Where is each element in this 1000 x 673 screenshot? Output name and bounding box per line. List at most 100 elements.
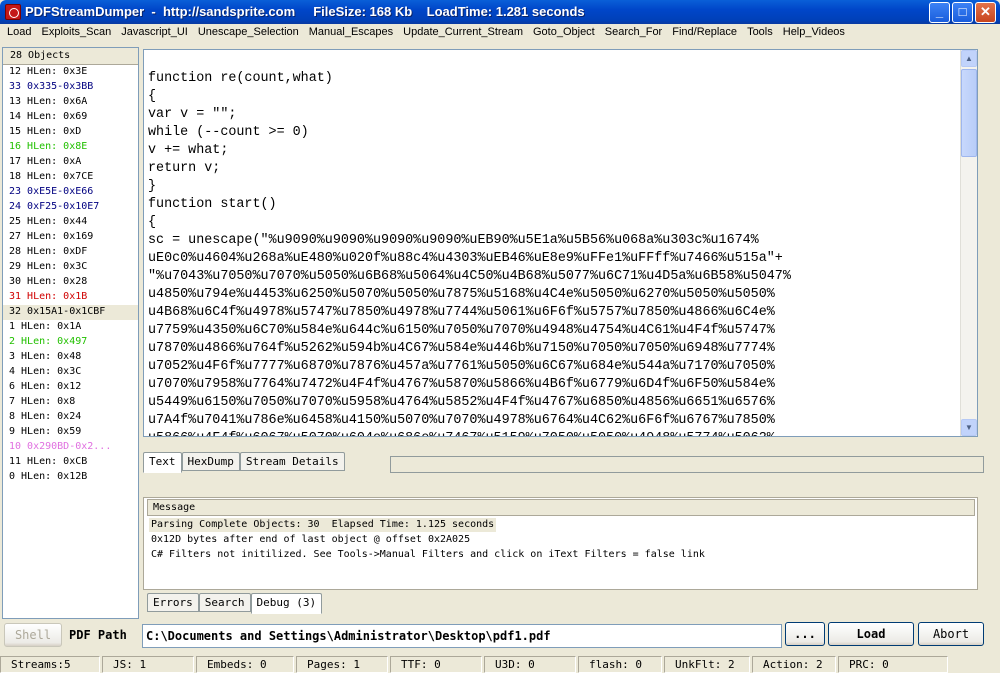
object-list-item[interactable]: 24 0xF25-0x10E7 bbox=[3, 200, 138, 215]
object-list-item[interactable]: 16 HLen: 0x8E bbox=[3, 140, 138, 155]
object-list-item[interactable]: 10 0x290BD-0x2... bbox=[3, 440, 138, 455]
object-list-item[interactable]: 2 HLen: 0x497 bbox=[3, 335, 138, 350]
code-line: u7070%u7958%u7764%u7472%u4F4f%u4767%u587… bbox=[148, 377, 775, 392]
menu-item-goto-object[interactable]: Goto_Object bbox=[528, 24, 600, 43]
tab-strip-fill bbox=[390, 456, 984, 473]
tab-text[interactable]: Text bbox=[143, 452, 182, 473]
code-line: while (--count >= 0) bbox=[148, 125, 309, 140]
menu-item-search-for[interactable]: Search_For bbox=[600, 24, 667, 43]
object-list-item[interactable]: 7 HLen: 0x8 bbox=[3, 395, 138, 410]
pdf-path-label: PDF Path bbox=[69, 628, 127, 642]
code-line: u7870%u4866%u764f%u5262%u594b%u4C67%u584… bbox=[148, 341, 775, 356]
status-cell: PRC: 0 bbox=[838, 656, 948, 673]
menu-item-load[interactable]: Load bbox=[2, 24, 36, 43]
object-list-item[interactable]: 12 HLen: 0x3E bbox=[3, 65, 138, 80]
status-cell: JS: 1 bbox=[102, 656, 194, 673]
scroll-up-icon[interactable]: ▲ bbox=[961, 50, 977, 67]
object-list-item[interactable]: 25 HLen: 0x44 bbox=[3, 215, 138, 230]
maximize-button[interactable]: □ bbox=[952, 2, 973, 23]
object-list-item[interactable]: 31 HLen: 0x1B bbox=[3, 290, 138, 305]
code-line: return v; bbox=[148, 161, 221, 176]
status-cell: Pages: 1 bbox=[296, 656, 388, 673]
status-cell: UnkFlt: 2 bbox=[664, 656, 750, 673]
object-list-item[interactable]: 13 HLen: 0x6A bbox=[3, 95, 138, 110]
code-line: "%u7043%u7050%u7070%u5050%u6B68%u5064%u4… bbox=[148, 269, 791, 284]
title-bar: PDFStreamDumper - http://sandsprite.com … bbox=[0, 0, 1000, 24]
browse-button[interactable]: ... bbox=[785, 622, 825, 646]
object-list-item[interactable]: 33 0x335-0x3BB bbox=[3, 80, 138, 95]
object-list-item[interactable]: 30 HLen: 0x28 bbox=[3, 275, 138, 290]
object-list-item[interactable]: 1 HLen: 0x1A bbox=[3, 320, 138, 335]
code-line: function start() bbox=[148, 197, 277, 212]
menu-item-find-replace[interactable]: Find/Replace bbox=[667, 24, 742, 43]
status-cell: Streams:5 bbox=[0, 656, 100, 673]
scroll-thumb[interactable] bbox=[961, 69, 977, 157]
menu-bar: Load Exploits_Scan Javascript_UI Unescape_S… bbox=[0, 24, 1000, 43]
object-list-item[interactable]: 18 HLen: 0x7CE bbox=[3, 170, 138, 185]
object-list-item[interactable]: 32 0x15A1-0x1CBF bbox=[3, 305, 138, 320]
shell-button[interactable]: Shell bbox=[4, 623, 62, 647]
message-line[interactable]: Parsing Complete Objects: 30 Elapsed Tim… bbox=[149, 518, 497, 532]
code-line: function re(count,what) bbox=[148, 71, 333, 86]
object-list-item[interactable]: 23 0xE5E-0xE66 bbox=[3, 185, 138, 200]
menu-item-tools[interactable]: Tools bbox=[742, 24, 778, 43]
status-cell: TTF: 0 bbox=[390, 656, 482, 673]
object-list-item[interactable]: 0 HLen: 0x12B bbox=[3, 470, 138, 485]
menu-item-javascript-ui[interactable]: Javascript_UI bbox=[116, 24, 193, 43]
menu-item-exploits-scan[interactable]: Exploits_Scan bbox=[36, 24, 116, 43]
code-line: u7A4f%u7041%u786e%u6458%u4150%u5070%u707… bbox=[148, 413, 775, 428]
close-button[interactable]: ✕ bbox=[975, 2, 996, 23]
object-list-item[interactable]: 14 HLen: 0x69 bbox=[3, 110, 138, 125]
object-list-item[interactable]: 11 HLen: 0xCB bbox=[3, 455, 138, 470]
status-cell: flash: 0 bbox=[578, 656, 662, 673]
code-line: var v = ""; bbox=[148, 107, 237, 122]
vertical-scrollbar[interactable]: ▲ ▼ bbox=[960, 50, 977, 436]
tab-stream-details[interactable]: Stream Details bbox=[239, 452, 345, 471]
scroll-down-icon[interactable]: ▼ bbox=[961, 419, 977, 436]
menu-item-update-current-stream[interactable]: Update_Current_Stream bbox=[398, 24, 528, 43]
tab-hexdump[interactable]: HexDump bbox=[181, 452, 240, 471]
object-list-item[interactable]: 3 HLen: 0x48 bbox=[3, 350, 138, 365]
object-list-item[interactable]: 27 HLen: 0x169 bbox=[3, 230, 138, 245]
code-line: sc = unescape("%u9090%u9090%u9090%u9090%… bbox=[148, 233, 759, 248]
abort-button[interactable]: Abort bbox=[918, 622, 984, 646]
window-title: PDFStreamDumper - http://sandsprite.com … bbox=[25, 4, 585, 19]
code-line: } bbox=[148, 179, 157, 194]
object-list[interactable]: 28 Objects 12 HLen: 0x3E 33 0x335-0x3BB 13… bbox=[2, 47, 139, 619]
code-line: u7052%u4F6f%u7777%u6870%u7876%u457a%u776… bbox=[148, 359, 775, 374]
object-list-item[interactable]: 4 HLen: 0x3C bbox=[3, 365, 138, 380]
message-line[interactable]: C# Filters not initilized. See Tools->Ma… bbox=[149, 548, 707, 562]
menu-item-manual-escapes[interactable]: Manual_Escapes bbox=[304, 24, 398, 43]
object-list-item[interactable]: 17 HLen: 0xA bbox=[3, 155, 138, 170]
menu-item-unescape-selection[interactable]: Unescape_Selection bbox=[193, 24, 304, 43]
tab-debug[interactable]: Debug (3) bbox=[250, 593, 323, 614]
code-line: { bbox=[148, 215, 157, 230]
tab-search[interactable]: Search bbox=[198, 593, 251, 612]
view-tabs: Text HexDump Stream Details bbox=[143, 452, 345, 473]
object-rows: 12 HLen: 0x3E 33 0x335-0x3BB 13 HLen: 0x6A… bbox=[3, 65, 138, 485]
status-bar: Streams:5 JS: 1 Embeds: 0 Pages: 1 TTF: 0 U3D… bbox=[0, 656, 1000, 673]
menu-item-help-videos[interactable]: Help_Videos bbox=[778, 24, 850, 43]
object-list-item[interactable]: 29 HLen: 0x3C bbox=[3, 260, 138, 275]
message-column-header[interactable]: Message bbox=[147, 499, 975, 516]
status-cell: Action: 2 bbox=[752, 656, 836, 673]
code-editor[interactable]: function re(count,what) { var v = ""; while… bbox=[143, 49, 978, 437]
tab-errors[interactable]: Errors bbox=[147, 593, 199, 612]
pdf-path-input[interactable]: C:\Documents and Settings\Administrator\… bbox=[142, 624, 782, 648]
message-panel[interactable]: Message Parsing Complete Objects: 30 Ela… bbox=[143, 497, 978, 590]
code-line: u5449%u6150%u7050%u7070%u5958%u4764%u585… bbox=[148, 395, 775, 410]
editor-text[interactable]: function re(count,what) { var v = ""; while… bbox=[148, 70, 960, 436]
object-list-item[interactable]: 15 HLen: 0xD bbox=[3, 125, 138, 140]
object-list-item[interactable]: 6 HLen: 0x12 bbox=[3, 380, 138, 395]
object-list-item[interactable]: 28 HLen: 0xDF bbox=[3, 245, 138, 260]
object-list-item[interactable]: 8 HLen: 0x24 bbox=[3, 410, 138, 425]
status-cell: U3D: 0 bbox=[484, 656, 576, 673]
load-button[interactable]: Load bbox=[828, 622, 914, 646]
code-line: { bbox=[148, 89, 157, 104]
message-line[interactable]: 0x12D bytes after end of last object @ o… bbox=[149, 533, 472, 547]
object-list-item[interactable]: 9 HLen: 0x59 bbox=[3, 425, 138, 440]
code-line: u4B68%u6C4f%u4978%u5747%u7850%u4978%u774… bbox=[148, 305, 775, 320]
minimize-button[interactable]: _ bbox=[929, 2, 950, 23]
status-cell: Embeds: 0 bbox=[196, 656, 294, 673]
object-count-header[interactable]: 28 Objects bbox=[3, 48, 138, 65]
